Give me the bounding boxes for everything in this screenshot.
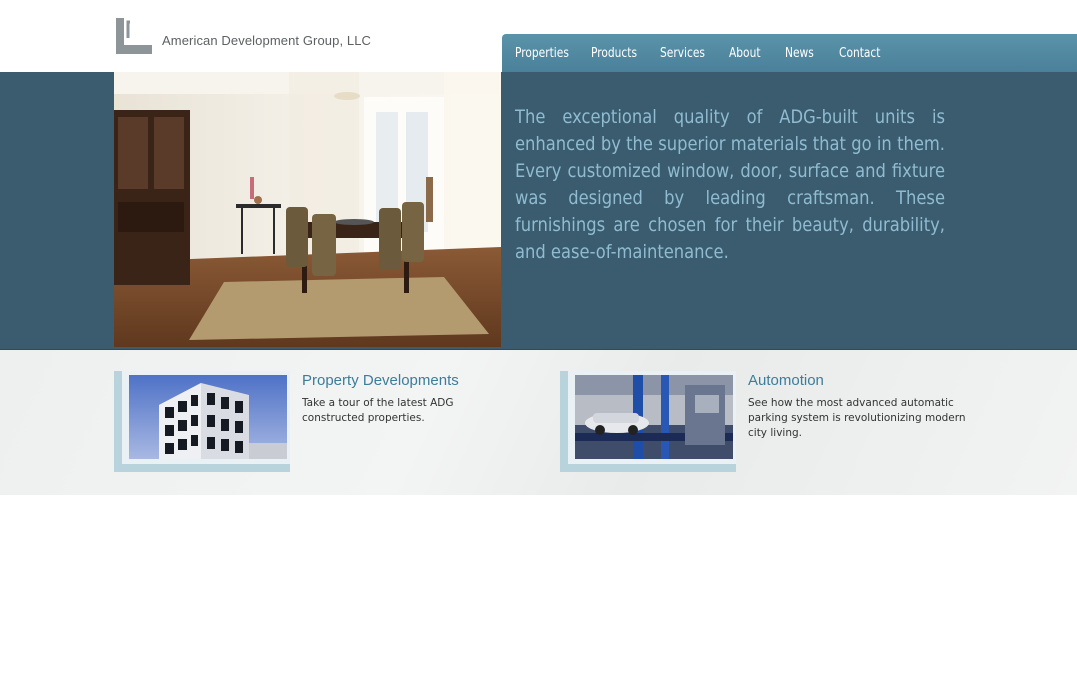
hero-photo — [114, 72, 501, 347]
page: American Development Group, LLC Properti… — [0, 0, 1077, 683]
nav-about[interactable]: About — [729, 46, 761, 61]
logo-icon[interactable] — [116, 18, 154, 56]
brand-name[interactable]: American Development Group, LLC — [162, 33, 371, 48]
nav-news[interactable]: News — [785, 46, 814, 61]
automotion-text: See how the most advanced automatic park… — [748, 397, 966, 439]
property-developments-title[interactable]: Property Developments — [302, 372, 459, 389]
nav-contact[interactable]: Contact — [839, 46, 880, 61]
hero-description: The exceptional quality of ADG-built uni… — [515, 106, 945, 263]
automotion-thumbnail[interactable] — [575, 375, 733, 459]
nav-services[interactable]: Services — [660, 46, 705, 61]
main-nav: Properties Products Services About News … — [502, 34, 1077, 73]
property-developments-text: Take a tour of the latest ADG constructe… — [302, 397, 454, 424]
automotion-title[interactable]: Automotion — [748, 372, 824, 389]
nav-products[interactable]: Products — [591, 46, 637, 61]
property-thumbnail[interactable] — [129, 375, 287, 459]
nav-properties[interactable]: Properties — [515, 46, 569, 61]
